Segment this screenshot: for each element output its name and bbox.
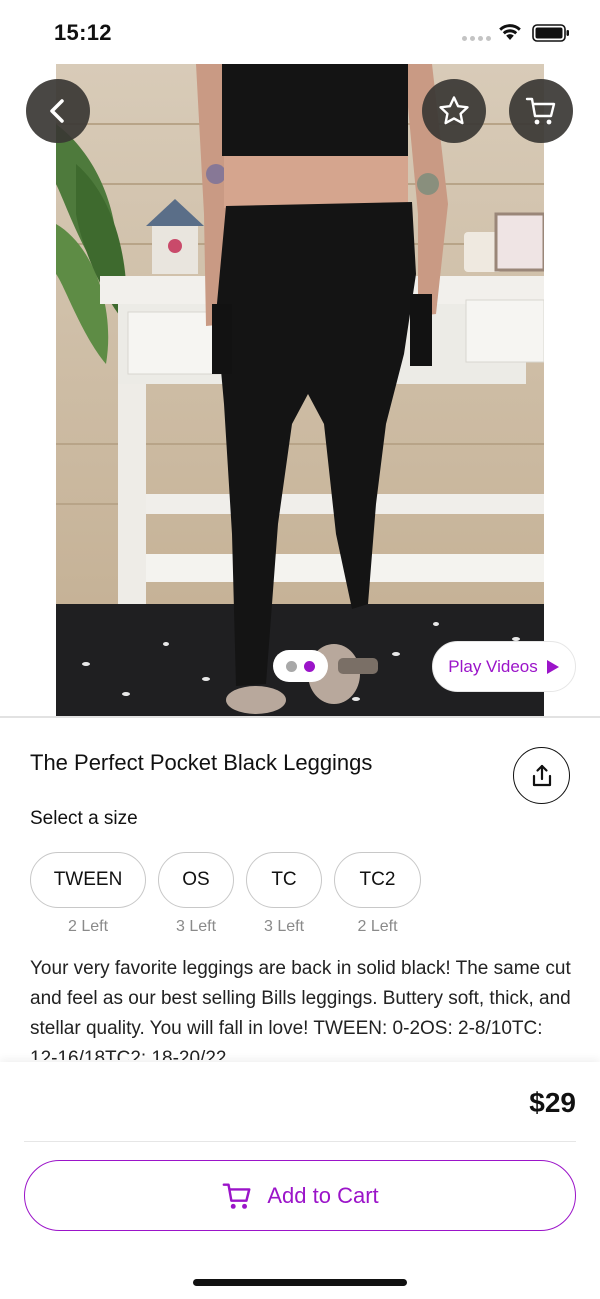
image-pager[interactable] <box>273 650 328 682</box>
image-divider <box>0 716 600 718</box>
favorite-button[interactable] <box>422 79 486 143</box>
pager-dot-active[interactable] <box>304 660 315 672</box>
cart-button[interactable] <box>509 79 573 143</box>
add-to-cart-label: Add to Cart <box>267 1182 379 1208</box>
status-bar: 15:12 <box>0 0 600 64</box>
pager-dot[interactable] <box>286 660 297 672</box>
size-option-tween[interactable]: TWEEN <box>30 852 146 908</box>
size-option-tc2[interactable]: TC2 <box>334 852 421 908</box>
wifi-icon <box>499 24 521 40</box>
share-icon <box>532 764 551 786</box>
price-divider <box>24 1141 576 1142</box>
product-description: Your very favorite leggings are back in … <box>30 958 571 1060</box>
product-title: The Perfect Pocket Black Leggings <box>30 750 373 775</box>
stock-tc: 3 Left <box>263 918 305 935</box>
product-image[interactable] <box>56 64 544 716</box>
cellular-signal-icon <box>462 36 491 41</box>
add-to-cart-button[interactable]: Add to Cart <box>24 1160 576 1231</box>
back-button[interactable] <box>26 79 90 143</box>
share-button[interactable] <box>513 747 570 804</box>
cart-icon <box>222 1182 251 1209</box>
play-videos-label: Play Videos <box>448 656 538 676</box>
price: $29 <box>529 1087 576 1118</box>
star-icon <box>439 96 469 125</box>
stock-tc2: 2 Left <box>357 918 398 935</box>
stock-os: 3 Left <box>175 918 217 935</box>
cart-icon <box>525 97 556 125</box>
size-option-os[interactable]: OS <box>158 852 234 908</box>
home-indicator <box>193 1279 407 1286</box>
battery-icon <box>532 24 569 42</box>
status-time: 15:12 <box>54 20 112 45</box>
size-option-tc[interactable]: TC <box>246 852 322 908</box>
stock-tween: 2 Left <box>67 918 109 935</box>
play-icon <box>546 659 559 674</box>
size-prompt: Select a size <box>30 808 138 829</box>
chevron-left-icon <box>50 99 64 123</box>
product-photo <box>56 64 544 716</box>
play-videos-button[interactable]: Play Videos <box>432 641 576 692</box>
